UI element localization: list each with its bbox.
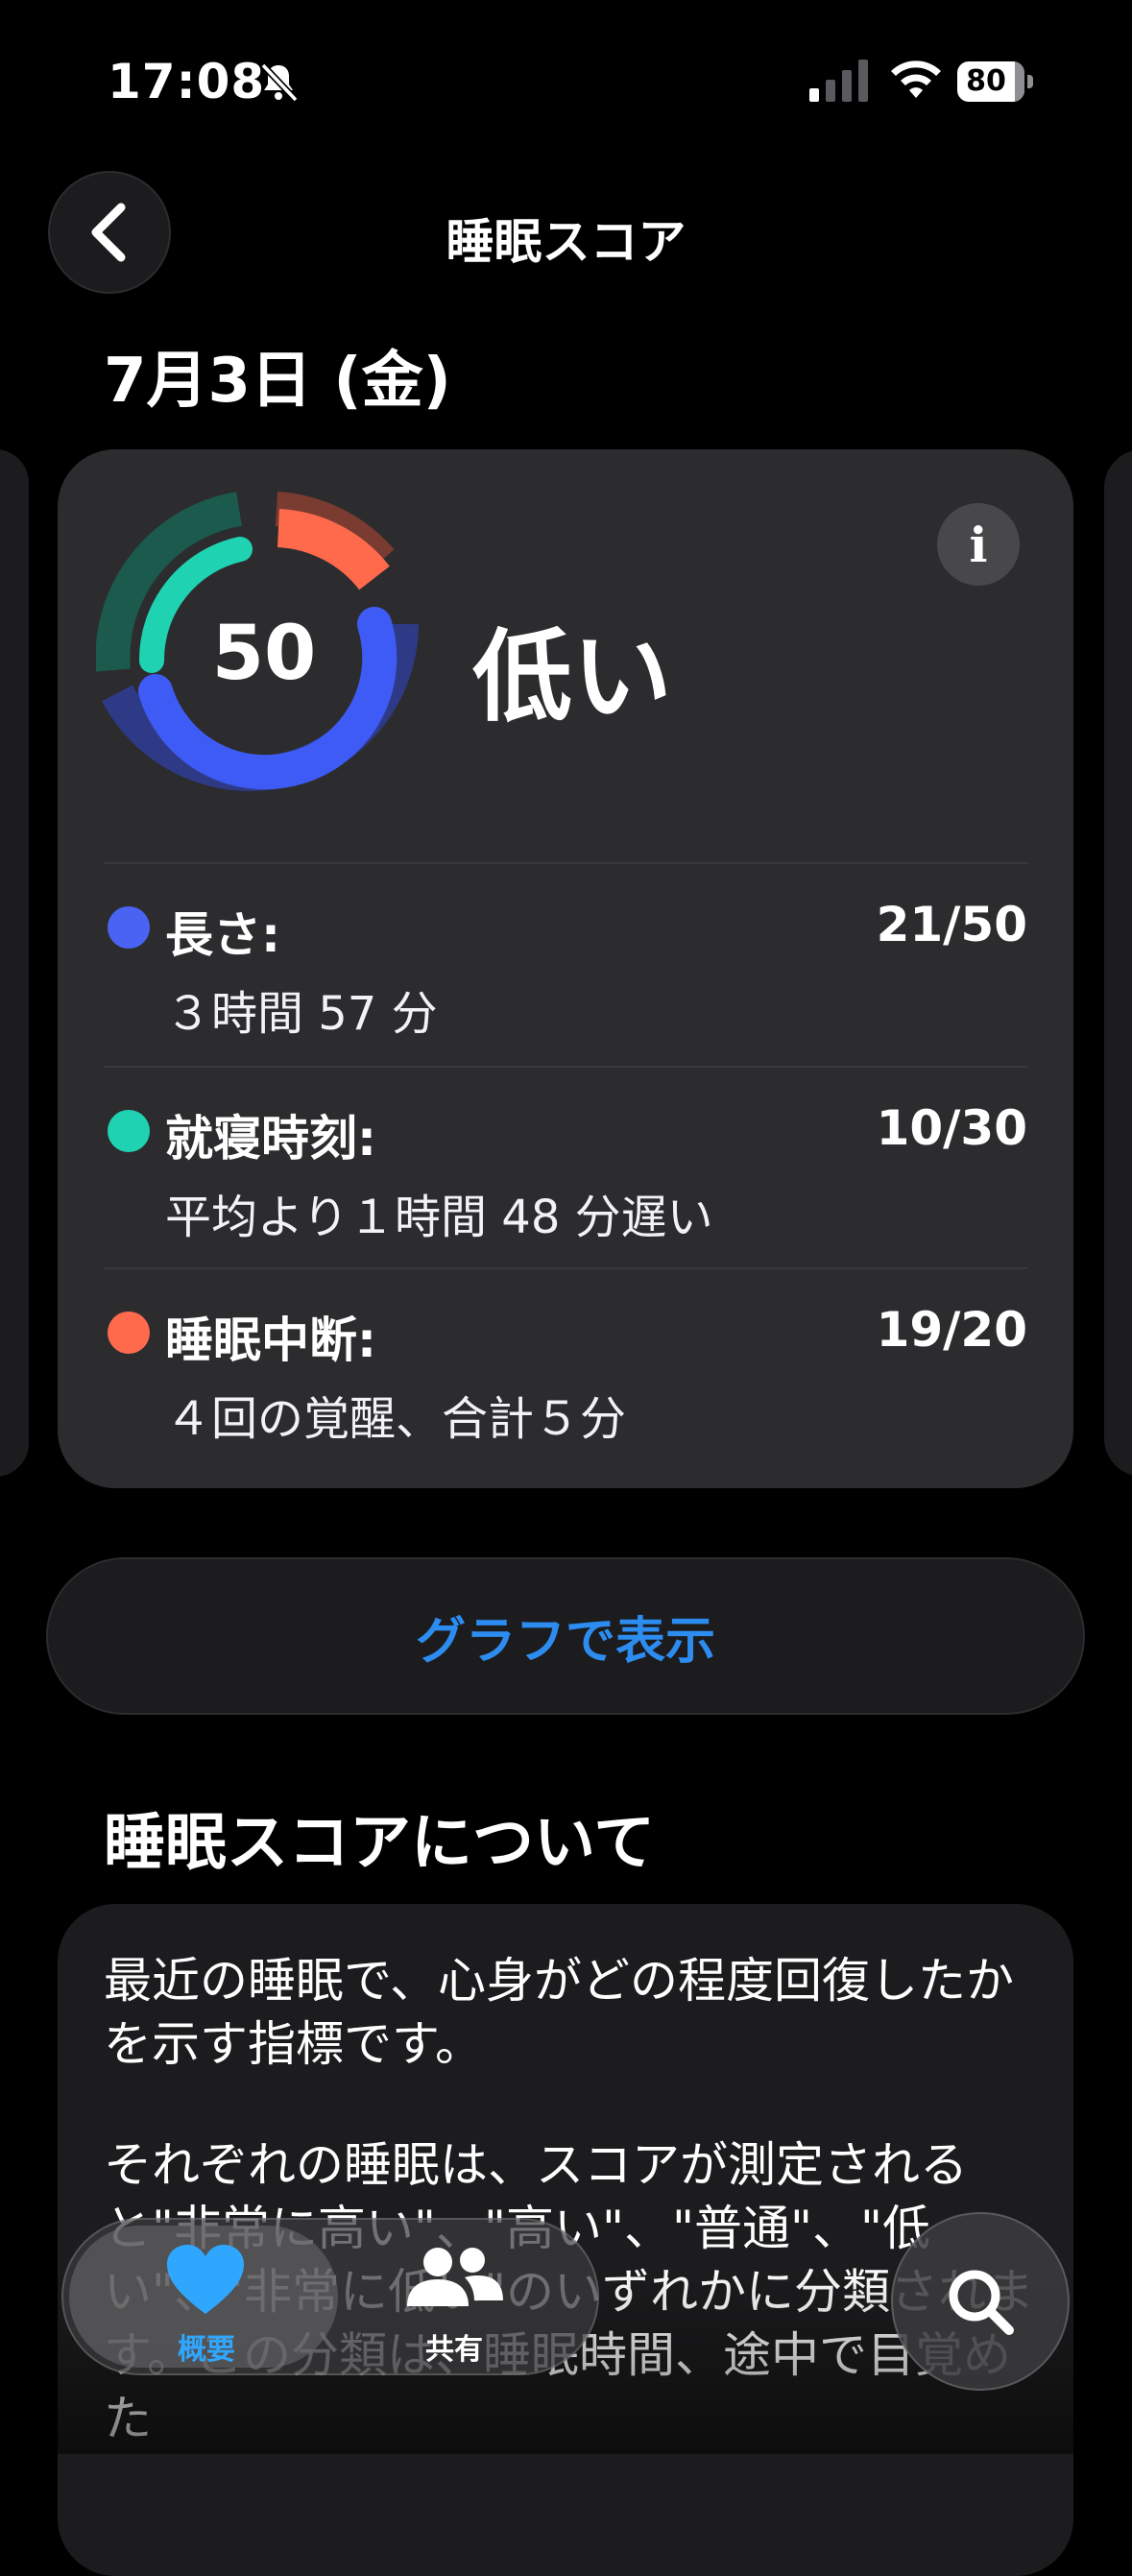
search-icon [949, 2270, 1014, 2335]
status-time: 17:08 [108, 54, 266, 109]
duration-score: 21/50 [876, 897, 1027, 952]
bell-slash-icon [260, 62, 299, 103]
about-paragraph: 最近の睡眠で、心身がどの程度回復したかを示す指標です。 [104, 1953, 1014, 2072]
battery-indicator: 80 [957, 61, 1034, 102]
interruptions-detail: ４回の覚醒、合計５分 [165, 1392, 627, 1446]
divider [104, 1066, 1027, 1068]
previous-day-card[interactable] [0, 449, 29, 1477]
interruptions-label: 睡眠中断: [165, 1312, 376, 1368]
date-heading: 7月3日 (金) [104, 346, 451, 417]
people-icon[interactable] [401, 2245, 507, 2314]
search-button[interactable] [891, 2212, 1070, 2391]
duration-detail: ３時間 57 分 [165, 987, 438, 1041]
duration-label: 長さ: [165, 907, 280, 963]
about-heading: 睡眠スコアについて [104, 1808, 656, 1879]
interruptions-score: 19/20 [876, 1302, 1027, 1358]
divider [104, 862, 1027, 864]
interruptions-dot [108, 1312, 150, 1354]
bedtime-dot [108, 1110, 150, 1152]
bedtime-detail: 平均より１時間 48 分遅い [165, 1191, 713, 1244]
heart-icon [167, 2245, 244, 2314]
page-title: 睡眠スコア [446, 214, 686, 270]
info-button[interactable]: i [937, 503, 1020, 586]
signal-icon [809, 60, 868, 102]
divider [104, 1267, 1027, 1269]
battery-level: 80 [966, 64, 1006, 98]
sleep-score-value: 50 [211, 611, 317, 697]
bedtime-label: 就寝時刻: [165, 1111, 376, 1167]
sleep-score-rating: 低い [472, 618, 673, 735]
tab-share-label[interactable]: 共有 [392, 2325, 517, 2368]
next-day-card[interactable] [1104, 449, 1132, 1477]
duration-dot [108, 906, 150, 949]
wifi-icon [891, 60, 941, 98]
bedtime-score: 10/30 [876, 1100, 1027, 1156]
info-icon: i [969, 516, 988, 573]
tab-summary-label[interactable]: 概要 [144, 2325, 269, 2368]
show-graph-button[interactable]: グラフで表示 [46, 1557, 1085, 1715]
